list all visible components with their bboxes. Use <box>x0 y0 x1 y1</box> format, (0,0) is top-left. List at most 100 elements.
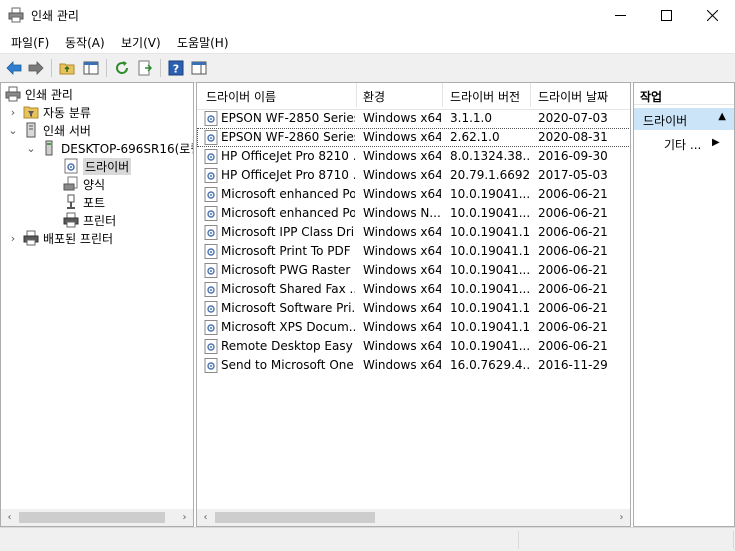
tree-horizontal-scrollbar[interactable]: ‹ › <box>1 509 193 526</box>
driver-icon <box>204 244 218 259</box>
menu-view[interactable]: 보기(V) <box>121 34 161 51</box>
cell-driver-version: 10.0.19041.... <box>450 187 529 201</box>
driver-icon <box>204 301 218 316</box>
folder-up-icon <box>59 63 75 75</box>
table-row[interactable]: Microsoft Software Pri... Windows x64 10.0… <box>197 299 630 318</box>
table-row[interactable]: Microsoft enhanced Po... Windows N... 10.0… <box>197 204 630 223</box>
window-title: 인쇄 관리 <box>31 9 79 23</box>
column-header-environment[interactable]: 환경 <box>363 88 443 105</box>
driver-icon <box>204 206 218 221</box>
print-management-icon <box>5 86 21 102</box>
tree-label-printers: 프린터 <box>83 213 117 228</box>
refresh-button[interactable] <box>112 58 132 78</box>
column-header-date[interactable]: 드라이버 날짜 <box>538 88 618 105</box>
scroll-left-icon[interactable]: ‹ <box>197 509 214 526</box>
back-button[interactable] <box>4 58 24 78</box>
table-row[interactable]: HP OfficeJet Pro 8710 ... Windows x64 20.7… <box>197 166 630 185</box>
column-header-version[interactable]: 드라이버 버전 <box>450 88 532 105</box>
actions-header: 작업 <box>634 83 734 105</box>
show-hide-tree-button[interactable] <box>81 58 101 78</box>
table-row[interactable]: Remote Desktop Easy ... Windows x64 10.0.1… <box>197 337 630 356</box>
cell-environment: Windows x64 <box>363 263 441 277</box>
tree-item-root[interactable]: 인쇄 관리 <box>5 85 73 103</box>
driver-icon <box>204 168 218 183</box>
export-list-button[interactable] <box>135 58 155 78</box>
more-actions-item[interactable]: 기타 ... ▶ <box>664 136 720 153</box>
cell-driver-version: 8.0.1324.38... <box>450 149 529 163</box>
tree-label-ports: 포트 <box>83 195 106 210</box>
chevron-right-icon[interactable]: › <box>7 232 19 245</box>
cell-driver-date: 2006-06-21 <box>538 320 608 334</box>
scroll-left-icon[interactable]: ‹ <box>1 509 18 526</box>
cell-driver-date: 2017-05-03 <box>538 168 608 182</box>
tree-label-print-servers: 인쇄 서버 <box>43 123 91 138</box>
table-row[interactable]: Microsoft IPP Class Dri... Windows x64 10.… <box>197 223 630 242</box>
cell-driver-date: 2006-06-21 <box>538 225 608 239</box>
column-header-name[interactable]: 드라이버 이름 <box>206 88 354 105</box>
chevron-down-icon[interactable]: ⌄ <box>7 124 19 137</box>
printer-icon <box>63 212 79 228</box>
cell-driver-date: 2016-09-30 <box>538 149 608 163</box>
cell-driver-name: Remote Desktop Easy ... <box>221 339 355 353</box>
cell-driver-version: 2.62.1.0 <box>450 130 500 144</box>
scrollbar-thumb[interactable] <box>215 512 375 523</box>
help-button[interactable]: ? <box>166 58 186 78</box>
tree-item-printers[interactable]: 프린터 <box>63 211 116 229</box>
close-button[interactable] <box>689 0 735 31</box>
table-row[interactable]: Microsoft Shared Fax ... Windows x64 10.0.… <box>197 280 630 299</box>
minimize-button[interactable] <box>597 0 643 31</box>
svg-text:?: ? <box>173 63 179 76</box>
forward-button[interactable] <box>26 58 46 78</box>
maximize-button[interactable] <box>643 0 689 31</box>
table-row[interactable]: EPSON WF-2850 Series Windows x64 3.1.1.0 20… <box>197 109 630 128</box>
table-row[interactable]: Microsoft enhanced Po... Windows x64 10.0.… <box>197 185 630 204</box>
console-tree-icon <box>83 61 99 75</box>
cell-driver-name: HP OfficeJet Pro 8710 ... <box>221 168 355 182</box>
scrollbar-thumb[interactable] <box>19 512 165 523</box>
tree-item-server[interactable]: ⌄ DESKTOP-696SR16(로컬 <box>25 139 194 157</box>
tree-label-server: DESKTOP-696SR16(로컬 <box>61 141 194 156</box>
chevron-right-icon[interactable]: › <box>7 106 19 119</box>
chevron-down-icon[interactable]: ⌄ <box>25 142 37 155</box>
list-horizontal-scrollbar[interactable]: ‹ › <box>197 509 630 526</box>
menu-help[interactable]: 도움말(H) <box>177 34 229 51</box>
cell-driver-version: 10.0.19041.... <box>450 339 529 353</box>
scroll-right-icon[interactable]: › <box>613 509 630 526</box>
tree-item-forms[interactable]: 양식 <box>63 175 105 193</box>
table-row[interactable]: Microsoft Print To PDF Windows x64 10.0.19… <box>197 242 630 261</box>
table-row[interactable]: EPSON WF-2860 Series Windows x64 2.62.1.0 2… <box>197 128 630 147</box>
tree-item-ports[interactable]: 포트 <box>63 193 105 211</box>
status-bar <box>0 527 735 551</box>
tree-item-deployed-printers[interactable]: › 배포된 프린터 <box>7 229 113 247</box>
cell-driver-name: Microsoft XPS Docum... <box>221 320 355 334</box>
tree-item-drivers[interactable]: 드라이버 <box>63 157 132 175</box>
tree-item-custom-filters[interactable]: › 자동 분류 <box>7 103 91 121</box>
cell-driver-version: 10.0.19041.... <box>450 282 529 296</box>
show-hide-action-pane-button[interactable] <box>189 58 209 78</box>
table-row[interactable]: Microsoft PWG Raster ... Windows x64 10.0.… <box>197 261 630 280</box>
driver-icon <box>204 263 218 278</box>
tree-item-print-servers[interactable]: ⌄ 인쇄 서버 <box>7 121 91 139</box>
collapse-up-icon[interactable]: ▲ <box>718 111 726 122</box>
cell-environment: Windows x64 <box>363 282 441 296</box>
cell-driver-version: 10.0.19041.... <box>450 206 529 220</box>
tree-label-root: 인쇄 관리 <box>25 87 73 102</box>
actions-group-drivers[interactable]: 드라이버 ▲ <box>634 108 734 130</box>
table-row[interactable]: Send to Microsoft One... Windows x64 16.0.… <box>197 356 630 375</box>
cell-driver-name: Microsoft enhanced Po... <box>221 206 355 220</box>
table-row[interactable]: HP OfficeJet Pro 8210 ... Windows x64 8.0.… <box>197 147 630 166</box>
table-row[interactable]: Microsoft XPS Docum... Windows x64 10.0.19… <box>197 318 630 337</box>
cell-environment: Windows x64 <box>363 320 441 334</box>
driver-icon <box>204 111 218 126</box>
cell-driver-version: 20.79.1.6692 <box>450 168 529 182</box>
up-one-level-button[interactable] <box>57 58 77 78</box>
menu-action[interactable]: 동작(A) <box>65 34 105 51</box>
cell-driver-name: Send to Microsoft One... <box>221 358 355 372</box>
menu-file[interactable]: 파일(F) <box>11 34 49 51</box>
cell-driver-date: 2006-06-21 <box>538 263 608 277</box>
tree-label-drivers: 드라이버 <box>83 157 132 175</box>
scroll-right-icon[interactable]: › <box>176 509 193 526</box>
title-bar: 인쇄 관리 <box>0 0 735 31</box>
cell-driver-name: Microsoft Print To PDF <box>221 244 351 258</box>
cell-driver-version: 10.0.19041.1 <box>450 225 529 239</box>
